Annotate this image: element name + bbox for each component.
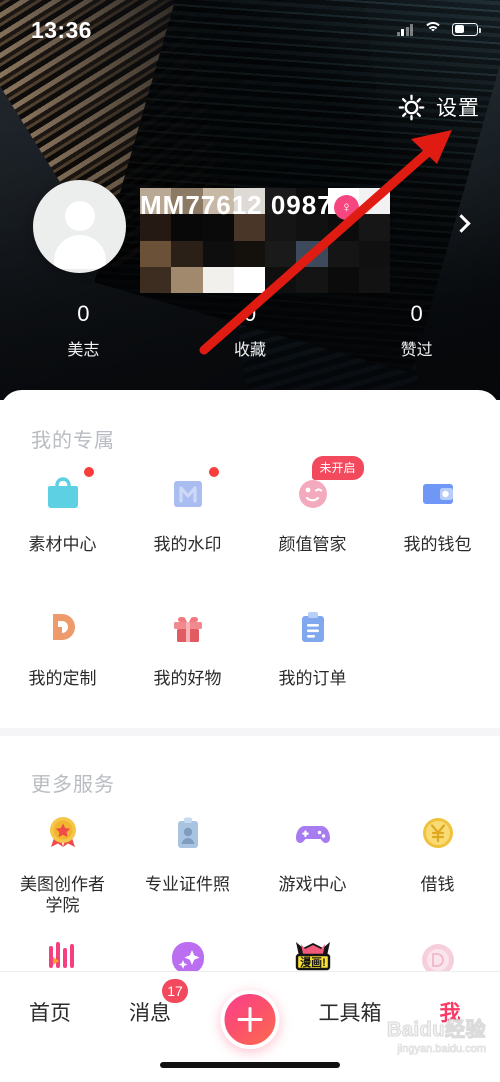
grid-item-my-goods[interactable]: 我的好物: [125, 602, 250, 689]
stat-item-meizhi[interactable]: 0 美志: [0, 300, 167, 360]
grid-item-label: 我的水印: [153, 535, 222, 554]
nav-label: 消息: [129, 1002, 171, 1025]
nav-label: 首页: [29, 1002, 71, 1025]
exclusive-grid-row1: 素材中心 我的水印 未开启 颜值管家 我的钱包: [0, 456, 500, 555]
yen-coin-icon: [413, 808, 463, 858]
nav-item-me[interactable]: 我: [400, 997, 500, 1027]
exclusive-card: 我的专属 素材中心 我的水印 未开启 颜值管家 我的钱包 我的定制 我的好物 我…: [0, 390, 500, 732]
grid-item-empty: [375, 602, 500, 689]
gift-box-icon: [163, 602, 213, 652]
stat-label: 赞过: [400, 341, 433, 359]
grid-item-my-watermark[interactable]: 我的水印: [125, 467, 250, 555]
stat-label: 美志: [67, 341, 100, 359]
wifi-icon: [423, 22, 442, 36]
order-clipboard-icon: [288, 602, 338, 652]
grid-item-label: 专业证件照: [145, 875, 230, 894]
grid-item-game-center[interactable]: 游戏中心: [250, 808, 375, 917]
grid-item-label: 游戏中心: [278, 875, 347, 894]
settings-button[interactable]: 设置: [398, 92, 480, 122]
grid-item-beauty-manager[interactable]: 未开启 颜值管家: [250, 456, 375, 555]
exclusive-section-title: 我的专属: [31, 430, 115, 452]
grid-item-label: 我的好物: [153, 669, 222, 688]
more-services-section-title: 更多服务: [31, 774, 115, 796]
gear-icon: [398, 94, 425, 121]
nav-item-messages[interactable]: 消息 17: [100, 979, 200, 1027]
medal-star-icon: [38, 808, 88, 858]
wallet-icon: [413, 468, 463, 518]
stat-item-liked[interactable]: 0 赞过: [333, 300, 500, 360]
status-bar: 13:36: [0, 0, 500, 60]
red-dot-badge: [208, 467, 219, 477]
grid-item-label: 美图创作者 学院: [20, 875, 105, 916]
nav-item-home[interactable]: 首页: [0, 997, 100, 1027]
nav-label: 我: [439, 1002, 461, 1025]
gamepad-icon: [288, 808, 338, 858]
bottom-navigation-bar: 首页 消息 17 工具箱 我: [0, 971, 500, 1082]
stat-label: 收藏: [234, 341, 267, 359]
battery-icon: [452, 22, 481, 36]
stat-item-favorites[interactable]: 0 收藏: [167, 300, 334, 360]
section-divider: [0, 728, 500, 736]
stat-value: 0: [77, 301, 90, 326]
grid-item-label: 素材中心: [28, 535, 97, 554]
message-count-badge: 17: [162, 979, 188, 1003]
more-services-grid-row1: 美图创作者 学院 专业证件照 游戏中心 借钱: [0, 808, 500, 917]
nav-item-toolbox[interactable]: 工具箱: [300, 997, 400, 1027]
profile-stats: 0 美志 0 收藏 0 赞过: [0, 300, 500, 360]
status-bar-time: 13:36: [31, 17, 92, 43]
grid-item-label: 我的定制: [28, 669, 97, 688]
custom-d-icon: [38, 602, 88, 652]
avatar[interactable]: [33, 180, 126, 273]
grid-item-borrow-money[interactable]: 借钱: [375, 808, 500, 917]
settings-label: 设置: [436, 97, 480, 120]
id-photo-icon: [163, 808, 213, 858]
grid-item-label: 我的钱包: [403, 535, 472, 554]
beauty-face-icon: 未开启: [288, 456, 364, 518]
grid-item-label: 借钱: [420, 875, 455, 894]
shopping-bag-icon: [38, 467, 94, 518]
status-badge: 未开启: [311, 456, 364, 480]
nav-label: 工具箱: [318, 1002, 382, 1025]
default-avatar-icon: [64, 201, 95, 231]
grid-item-creator-academy[interactable]: 美图创作者 学院: [0, 808, 125, 917]
svg-text:漫画!: 漫画!: [300, 955, 326, 969]
create-button[interactable]: [220, 990, 280, 1049]
grid-item-label: 颜值管家: [278, 535, 347, 554]
exclusive-grid-row2: 我的定制 我的好物 我的订单: [0, 602, 500, 689]
female-gender-icon: ♀: [334, 195, 359, 220]
stat-value: 0: [243, 301, 257, 326]
grid-item-my-wallet[interactable]: 我的钱包: [375, 468, 500, 555]
grid-item-my-orders[interactable]: 我的订单: [250, 602, 375, 689]
grid-item-id-photo[interactable]: 专业证件照: [125, 808, 250, 917]
watermark-m-icon: [163, 467, 219, 518]
stat-value: 0: [410, 301, 423, 326]
status-bar-icons: [396, 22, 481, 36]
signal-bars-icon: [396, 23, 413, 36]
grid-item-my-custom[interactable]: 我的定制: [0, 602, 125, 689]
grid-item-label: 我的订单: [278, 669, 347, 688]
username-block[interactable]: MM77612 0987 ♀: [140, 188, 390, 293]
home-indicator: [160, 1062, 340, 1068]
red-dot-badge: [83, 467, 94, 477]
grid-item-material-center[interactable]: 素材中心: [0, 467, 125, 555]
app-screen: 13:36 设置 MM77612 0987 ♀ 0 美志 0 收藏 0 赞过 我…: [0, 0, 500, 1082]
